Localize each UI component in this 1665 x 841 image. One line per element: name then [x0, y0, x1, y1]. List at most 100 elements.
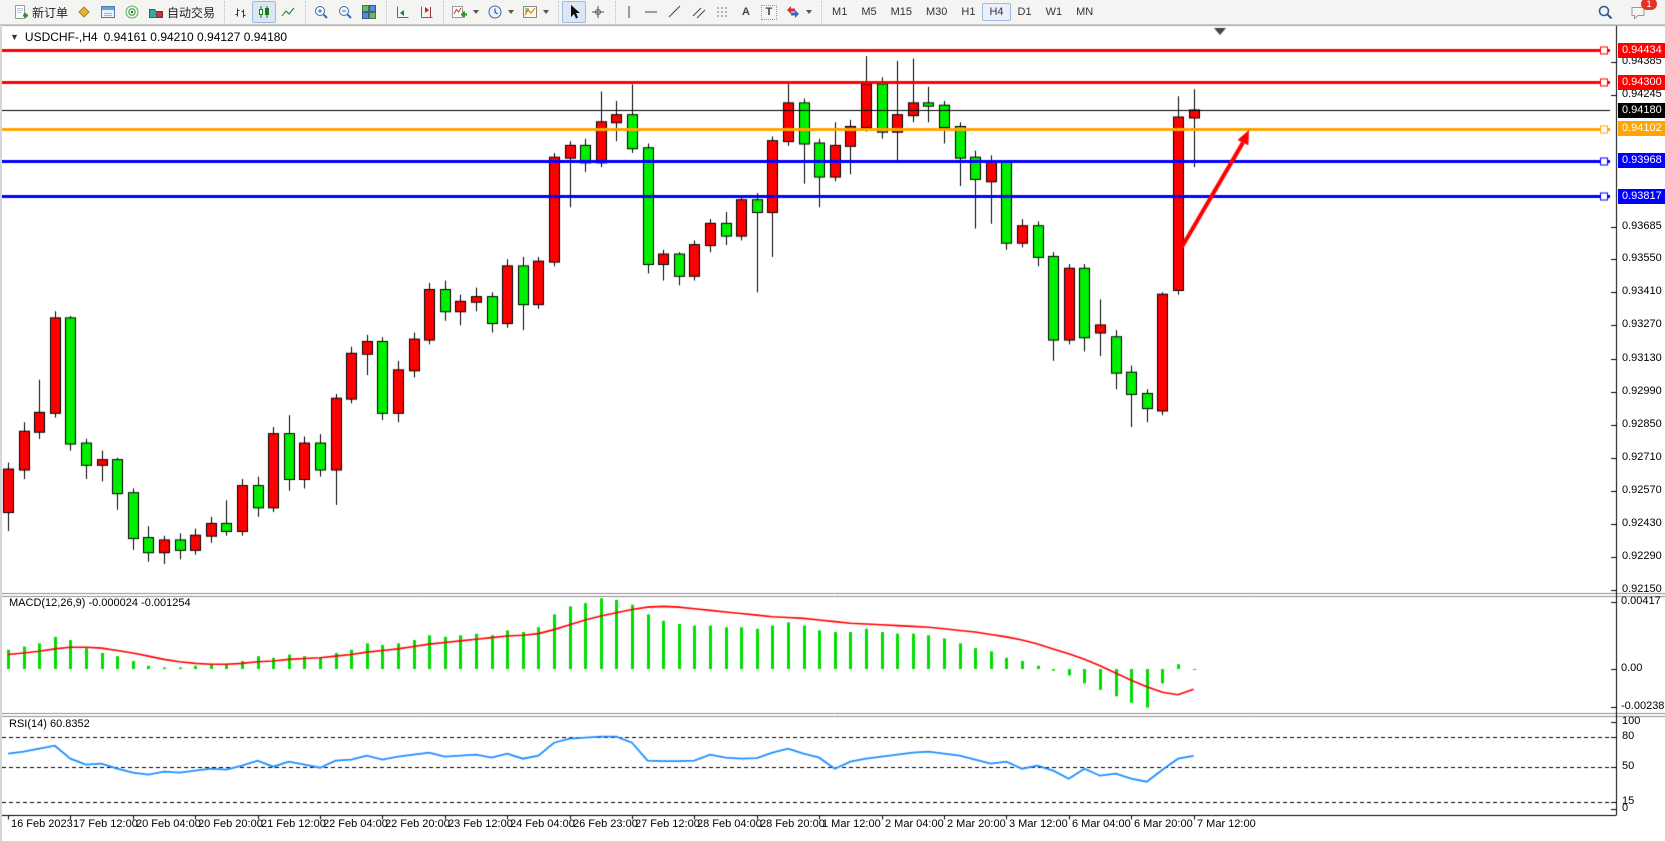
crosshair-icon — [590, 4, 606, 20]
price-axis-label: 0.94245 — [1622, 88, 1662, 100]
cursor-icon — [566, 4, 582, 20]
chart-plot-canvas[interactable] — [2, 25, 1665, 841]
search-button[interactable] — [1593, 1, 1618, 23]
data-window-icon — [100, 4, 116, 20]
price-level-badge: 0.94102 — [1618, 121, 1665, 136]
macd-axis-label: 0.00417 — [1621, 595, 1661, 607]
date-axis-label: 28 Feb 04:00 — [697, 818, 762, 830]
line-chart-button[interactable] — [276, 1, 300, 23]
macd-axis-label: 0.00 — [1621, 662, 1642, 674]
market-watch-button[interactable] — [72, 1, 96, 23]
timeframe-toolbar: M1M5M15M30H1H4D1W1MN — [821, 1, 1103, 23]
price-axis-label: 0.92150 — [1622, 583, 1662, 595]
autotrade-icon — [148, 4, 164, 20]
auto-scroll-button[interactable] — [390, 1, 414, 23]
timeframe-button-m1[interactable]: M1 — [825, 3, 854, 21]
channel-tool-button[interactable] — [687, 1, 711, 23]
search-icon — [1597, 4, 1614, 21]
data-window-button[interactable] — [96, 1, 120, 23]
trendline-icon — [667, 4, 683, 20]
indicators-icon — [451, 4, 468, 20]
timeframe-button-d1[interactable]: D1 — [1011, 3, 1039, 21]
chart-title: ▼ USDCHF-,H4 0.94161 0.94210 0.94127 0.9… — [10, 30, 287, 44]
equidistant-channel-icon — [691, 4, 707, 20]
new-order-button[interactable]: 新订单 — [9, 1, 72, 23]
vertical-line-tool-button[interactable] — [619, 1, 639, 23]
text-tool-button[interactable]: A — [735, 1, 757, 23]
chat-button[interactable]: 1 — [1626, 1, 1651, 23]
zoom-in-button[interactable] — [309, 1, 333, 23]
chart-ohlc-readout: 0.94161 0.94210 0.94127 0.94180 — [104, 30, 288, 44]
timeframe-button-h1[interactable]: H1 — [954, 3, 982, 21]
template-dropdown-caret — [543, 10, 549, 14]
trendline-tool-button[interactable] — [663, 1, 687, 23]
price-axis-label: 0.92570 — [1622, 484, 1662, 496]
template-icon — [522, 4, 538, 20]
price-axis-label: 0.92290 — [1622, 550, 1662, 562]
candlestick-chart-icon — [256, 4, 272, 20]
price-axis-label: 0.93550 — [1622, 252, 1662, 264]
date-axis-label: 6 Mar 04:00 — [1072, 818, 1131, 830]
signals-button[interactable] — [120, 1, 144, 23]
chat-unread-badge: 1 — [1641, 0, 1657, 10]
timeframe-button-m30[interactable]: M30 — [919, 3, 954, 21]
shapes-tool-button[interactable] — [781, 1, 816, 23]
rsi-axis-label: 50 — [1622, 760, 1634, 772]
template-button[interactable] — [518, 1, 553, 23]
timeframe-button-h4[interactable]: H4 — [982, 3, 1010, 21]
signal-sonar-icon — [124, 4, 140, 20]
shapes-dropdown-caret — [806, 10, 812, 14]
price-level-badge: 0.93968 — [1618, 153, 1665, 168]
price-axis-label: 0.92850 — [1622, 418, 1662, 430]
crosshair-tool-button[interactable] — [586, 1, 610, 23]
fibonacci-icon — [715, 4, 731, 20]
date-axis-label: 6 Mar 20:00 — [1134, 818, 1193, 830]
label-tool-button[interactable]: T — [757, 1, 781, 23]
date-axis-label: 22 Feb 04:00 — [323, 818, 388, 830]
chart-title-dropdown-icon[interactable]: ▼ — [10, 32, 19, 42]
macd-pane-label: MACD(12,26,9) -0.000024 -0.001254 — [9, 597, 191, 609]
date-axis-label: 2 Mar 04:00 — [885, 818, 944, 830]
fibonacci-tool-button[interactable] — [711, 1, 735, 23]
zoom-out-icon — [337, 4, 353, 20]
horizontal-line-icon — [643, 4, 659, 20]
periods-button[interactable] — [483, 1, 518, 23]
timeframe-button-m15[interactable]: M15 — [884, 3, 919, 21]
chart-window: ▼ USDCHF-,H4 0.94161 0.94210 0.94127 0.9… — [0, 25, 1665, 841]
indicators-dropdown-caret — [473, 10, 479, 14]
vertical-line-icon — [623, 4, 635, 20]
timeframe-button-m5[interactable]: M5 — [854, 3, 883, 21]
new-order-label: 新订单 — [32, 4, 68, 21]
date-axis-label: 23 Feb 12:00 — [448, 818, 513, 830]
chart-shift-button[interactable] — [414, 1, 438, 23]
tile-windows-button[interactable] — [357, 1, 381, 23]
cursor-tool-button[interactable] — [562, 1, 586, 23]
price-axis-label: 0.92990 — [1622, 385, 1662, 397]
date-axis-label: 1 Mar 12:00 — [822, 818, 881, 830]
horizontal-line-tool-button[interactable] — [639, 1, 663, 23]
date-axis-label: 28 Feb 20:00 — [760, 818, 825, 830]
rsi-axis-label: 0 — [1622, 802, 1628, 814]
autotrade-button[interactable]: 自动交易 — [144, 1, 219, 23]
timeframe-button-w1[interactable]: W1 — [1039, 3, 1070, 21]
price-axis-label: 0.93130 — [1622, 352, 1662, 364]
gold-diamond-icon — [76, 4, 92, 20]
rsi-pane-label: RSI(14) 60.8352 — [9, 718, 90, 730]
rsi-axis-label: 100 — [1622, 715, 1640, 727]
timeframe-button-mn[interactable]: MN — [1069, 3, 1100, 21]
price-axis-label: 0.92710 — [1622, 451, 1662, 463]
chart-symbol-period: USDCHF-,H4 — [25, 30, 98, 44]
date-axis-label: 3 Mar 12:00 — [1009, 818, 1068, 830]
trading-platform-window: 新订单 自动交易 — [0, 0, 1665, 841]
date-axis-label: 20 Feb 20:00 — [198, 818, 263, 830]
candlestick-chart-button[interactable] — [252, 1, 276, 23]
periods-dropdown-caret — [508, 10, 514, 14]
main-toolbar: 新订单 自动交易 — [0, 0, 1665, 25]
date-axis-label: 26 Feb 23:00 — [573, 818, 638, 830]
zoom-out-button[interactable] — [333, 1, 357, 23]
date-axis-label: 16 Feb 2023 — [11, 818, 73, 830]
rsi-axis-label: 80 — [1622, 730, 1634, 742]
indicators-button[interactable] — [447, 1, 483, 23]
bar-chart-button[interactable] — [228, 1, 252, 23]
price-axis-label: 0.93685 — [1622, 220, 1662, 232]
